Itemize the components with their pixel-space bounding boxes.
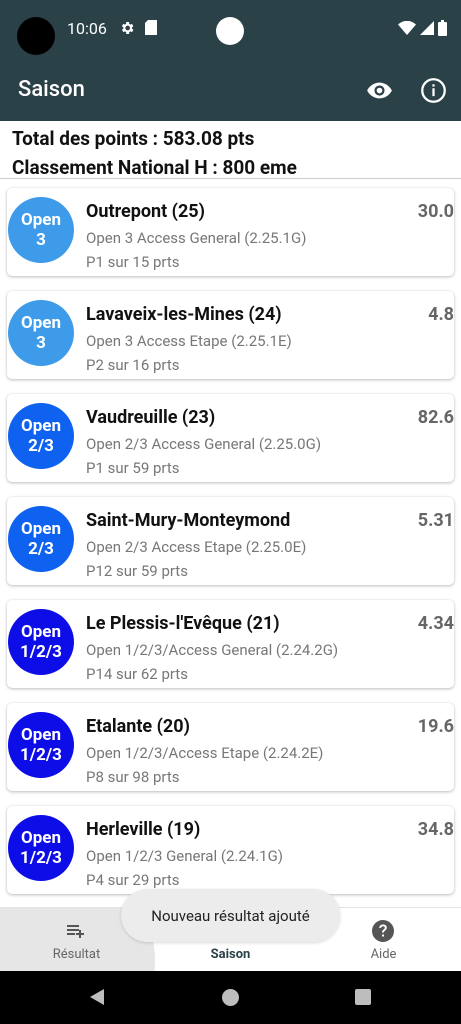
badge-line-2: 1/2/3 <box>20 642 62 662</box>
badge-line-2: 3 <box>36 333 46 353</box>
nav-label: Résultat <box>52 947 101 962</box>
sd-card-icon <box>145 20 157 35</box>
toast-message: Nouveau résultat ajouté <box>121 889 340 942</box>
badge-line-2: 2/3 <box>28 436 54 456</box>
result-card[interactable]: Open 1/2/3 Etalante (20) Open 1/2/3/Acce… <box>7 703 454 791</box>
event-placement: P12 sur 59 prts <box>86 562 188 580</box>
category-badge: Open 1/2/3 <box>8 815 74 881</box>
event-title: Herleville (19) <box>86 819 201 840</box>
badge-line-2: 1/2/3 <box>20 848 62 868</box>
event-points: 82.6 <box>417 407 454 428</box>
result-card[interactable]: Open 1/2/3 Herleville (19) Open 1/2/3 Ge… <box>7 806 454 894</box>
event-title: Le Plessis-l'Evêque (21) <box>86 613 280 634</box>
event-points: 5.31 <box>417 510 454 531</box>
badge-line-2: 3 <box>36 230 46 250</box>
event-points: 4.34 <box>417 613 454 634</box>
event-category: Open 2/3 Access Etape (2.25.0E) <box>86 538 307 556</box>
category-badge: Open 2/3 <box>8 403 74 469</box>
status-icons <box>398 20 447 36</box>
category-badge: Open 2/3 <box>8 506 74 572</box>
status-time: 10:06 <box>67 19 107 38</box>
recent-apps-icon[interactable] <box>355 989 371 1005</box>
category-badge: Open 3 <box>8 300 74 366</box>
event-category: Open 3 Access Etape (2.25.1E) <box>86 332 292 350</box>
signal-icon <box>420 21 434 35</box>
event-placement: P2 sur 16 prts <box>86 356 180 374</box>
event-category: Open 1/2/3/Access General (2.24.2G) <box>86 641 339 659</box>
badge-line-1: Open <box>21 519 61 539</box>
settings-gear-icon <box>121 22 134 34</box>
wifi-icon <box>398 21 416 35</box>
eye-icon[interactable] <box>366 77 393 104</box>
event-placement: P4 sur 29 prts <box>86 871 180 889</box>
season-summary: Total des points : 583.08 pts Classement… <box>12 124 452 182</box>
event-title: Outrepont (25) <box>86 201 205 222</box>
result-card[interactable]: Open 1/2/3 Le Plessis-l'Evêque (21) Open… <box>7 600 454 688</box>
event-title: Etalante (20) <box>86 716 190 737</box>
divider <box>0 178 461 179</box>
back-icon[interactable] <box>88 988 106 1006</box>
category-badge: Open 1/2/3 <box>8 609 74 675</box>
battery-icon <box>438 20 447 36</box>
system-navigation-bar <box>0 971 461 1024</box>
category-badge: Open 3 <box>8 197 74 263</box>
nav-label: Saison <box>210 947 251 962</box>
event-category: Open 2/3 Access General (2.25.0G) <box>86 435 322 453</box>
event-title: Vaudreuille (23) <box>86 407 216 428</box>
event-category: Open 1/2/3/Access Etape (2.24.2E) <box>86 744 324 762</box>
event-placement: P1 sur 59 prts <box>86 459 180 477</box>
badge-line-1: Open <box>21 416 61 436</box>
camera-cutout <box>17 17 55 55</box>
result-card[interactable]: Open 2/3 Saint-Mury-Monteymond Open 2/3 … <box>7 497 454 585</box>
help-icon <box>372 920 394 942</box>
event-category: Open 1/2/3 General (2.24.1G) <box>86 847 284 865</box>
badge-line-1: Open <box>21 828 61 848</box>
event-points: 34.8 <box>417 819 454 840</box>
home-icon[interactable] <box>222 989 239 1006</box>
result-card[interactable]: Open 3 Outrepont (25) Open 3 Access Gene… <box>7 188 454 276</box>
info-icon[interactable] <box>420 77 447 104</box>
category-badge: Open 1/2/3 <box>8 712 74 778</box>
result-card[interactable]: Open 2/3 Vaudreuille (23) Open 2/3 Acces… <box>7 394 454 482</box>
badge-line-1: Open <box>21 210 61 230</box>
playlist-add-icon <box>67 925 84 938</box>
nav-label: Aide <box>370 947 397 962</box>
badge-line-1: Open <box>21 725 61 745</box>
badge-line-2: 2/3 <box>28 539 54 559</box>
app-bar: Saison <box>0 60 461 121</box>
badge-line-1: Open <box>21 622 61 642</box>
event-points: 30.0 <box>417 201 454 222</box>
event-placement: P8 sur 98 prts <box>86 768 180 786</box>
status-bar: 10:06 <box>0 0 461 60</box>
total-points: Total des points : 583.08 pts <box>12 127 255 150</box>
badge-line-1: Open <box>21 313 61 333</box>
event-points: 19.6 <box>417 716 454 737</box>
event-title: Saint-Mury-Monteymond <box>86 510 291 531</box>
front-sensor <box>216 17 244 45</box>
event-placement: P14 sur 62 prts <box>86 665 188 683</box>
event-category: Open 3 Access General (2.25.1G) <box>86 229 307 247</box>
event-placement: P1 sur 15 prts <box>86 253 180 271</box>
event-title: Lavaveix-les-Mines (24) <box>86 304 282 325</box>
page-title: Saison <box>18 77 85 102</box>
badge-line-2: 1/2/3 <box>20 745 62 765</box>
event-points: 4.8 <box>428 304 454 325</box>
result-card[interactable]: Open 3 Lavaveix-les-Mines (24) Open 3 Ac… <box>7 291 454 379</box>
